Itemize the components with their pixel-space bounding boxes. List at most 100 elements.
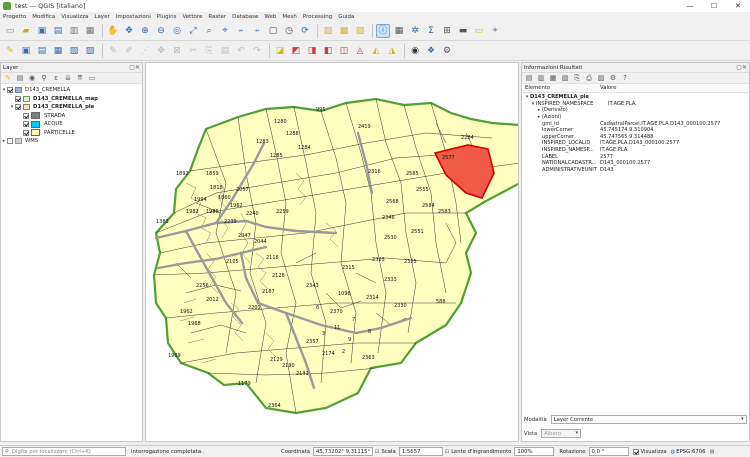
map-canvas[interactable]: 2419 2577 2316 2585 2555 2284 2568 2584 … <box>145 62 519 442</box>
plugin-icon[interactable]: ◉ <box>408 44 422 58</box>
manage-visibility-icon[interactable]: ◉ <box>27 74 37 83</box>
layer-style-icon[interactable]: ✎ <box>3 44 17 58</box>
panel-float-close-icon[interactable]: ▢✕ <box>736 64 747 71</box>
save-project-icon[interactable]: ▣ <box>35 24 49 38</box>
undo-icon[interactable]: ↶ <box>234 44 248 58</box>
filter-legend-icon[interactable]: ⚲ <box>39 74 49 83</box>
identify-settings-icon[interactable]: ⚙ <box>608 74 618 83</box>
result-row[interactable]: LABEL 2577 <box>522 153 749 160</box>
processing-toolbox-icon[interactable]: ⚙ <box>440 44 454 58</box>
temporal-controller-icon[interactable]: ◷ <box>282 24 296 38</box>
select-features-icon[interactable]: ▨ <box>321 24 335 38</box>
result-layer-row[interactable]: ▾ D143_CREMELLA_ple <box>522 94 749 101</box>
menu-processing[interactable]: Processing <box>303 14 332 20</box>
zoom-native-icon[interactable]: ◎ <box>170 24 184 38</box>
identify-features-icon[interactable]: ⓘ <box>376 23 390 38</box>
result-row[interactable]: upperCorner 45.747565 9.314488 <box>522 134 749 141</box>
menu-visualizza[interactable]: Visualizza <box>61 14 88 20</box>
attribute-table-icon[interactable]: ▦ <box>392 24 406 38</box>
menu-guida[interactable]: Guida <box>338 14 354 20</box>
refresh-icon[interactable]: ⟳ <box>298 24 312 38</box>
layout-manager-icon[interactable]: ▦ <box>83 24 97 38</box>
crs-label[interactable]: EPSG:6706 <box>676 449 705 455</box>
minimize-button[interactable]: — <box>678 0 702 12</box>
add-line-icon[interactable]: ▨ <box>83 44 97 58</box>
layer-tree-item[interactable]: ▾ D143_CREMELLA_ple <box>1 103 142 112</box>
label-tool-icon[interactable]: ◪ <box>273 44 287 58</box>
delete-icon[interactable]: ⊠ <box>170 44 184 58</box>
zoom-to-layer-icon[interactable]: ⌖ <box>218 24 232 38</box>
magnifier-lock-icon[interactable]: ⊡ <box>445 449 449 455</box>
zoom-full-icon[interactable]: ⤢ <box>186 24 200 38</box>
menu-progetto[interactable]: Progetto <box>3 14 26 20</box>
measure-icon[interactable]: ⊞ <box>440 24 454 38</box>
class-visibility-checkbox[interactable] <box>23 112 29 119</box>
expand-new-icon[interactable]: ▦ <box>548 74 558 83</box>
legend-class-item[interactable]: PARTICELLE <box>1 129 142 138</box>
maximize-button[interactable]: ☐ <box>702 0 726 12</box>
locator-search-input[interactable]: ⚲ Digita per localizzare (Ctrl+K) <box>2 447 126 456</box>
magnifier-field[interactable]: 100% <box>514 447 555 456</box>
settings-gear-icon[interactable]: ✲ <box>408 24 422 38</box>
zoom-in-icon[interactable]: ⊕ <box>138 24 152 38</box>
copy-icon[interactable]: ⎘ <box>202 44 216 58</box>
label-rotate-icon[interactable]: ◬ <box>353 44 367 58</box>
visibility-checkbox[interactable] <box>7 87 13 94</box>
result-row[interactable]: INSPIRED_LOCALID IT.AGE.PLA.D143_000100.… <box>522 140 749 147</box>
annotation-icon[interactable]: ✦ <box>488 24 502 38</box>
open-project-icon[interactable]: ▰ <box>19 24 33 38</box>
menu-layer[interactable]: Layer <box>94 14 109 20</box>
menu-raster[interactable]: Raster <box>208 14 226 20</box>
label-pin-icon[interactable]: ◩ <box>289 44 303 58</box>
view-select[interactable]: Albero ▾ <box>541 429 582 438</box>
result-row[interactable]: ADMINISTRATIVEUNIT D143 <box>522 167 749 174</box>
print-results-icon[interactable]: ⎙ <box>584 74 594 83</box>
rotation-field[interactable]: 0,0 ° <box>588 447 629 456</box>
add-feature-icon[interactable]: ⋰ <box>138 44 152 58</box>
expand-all-icon[interactable]: ⇊ <box>63 74 73 83</box>
filter-by-expression-icon[interactable]: ε <box>51 74 61 83</box>
edit-pencil-icon[interactable]: ✎ <box>106 44 120 58</box>
label-show-icon[interactable]: ◧ <box>321 44 335 58</box>
layer-tree-item[interactable]: ▾ D143_CREMELLA <box>1 86 142 95</box>
zoom-out-icon[interactable]: ⊖ <box>154 24 168 38</box>
save-edits-icon[interactable]: ▤ <box>35 44 49 58</box>
zoom-to-selection-icon[interactable]: ⌕ <box>202 24 216 38</box>
class-visibility-checkbox[interactable] <box>23 129 29 136</box>
collapse-tree-icon[interactable]: ▥ <box>536 74 546 83</box>
layer-tree-item[interactable]: ▸ WMS <box>1 137 142 146</box>
label-properties-icon[interactable]: ◮ <box>385 44 399 58</box>
pan-hand-icon[interactable]: ✋ <box>106 24 120 38</box>
result-row[interactable]: lowerCorner 45.745174 9.310904 <box>522 127 749 134</box>
label-move-icon[interactable]: ◫ <box>337 44 351 58</box>
legend-class-item[interactable]: STRADA <box>1 112 142 121</box>
crs-globe-icon[interactable]: ◍ <box>671 449 676 455</box>
panel-float-close-icon[interactable]: ▢✕ <box>129 64 140 71</box>
save-as-icon[interactable]: ▤ <box>51 24 65 38</box>
copy-feature-icon[interactable]: ⎘ <box>572 74 582 83</box>
identify-mode-icon[interactable]: ▨ <box>596 74 606 83</box>
visibility-checkbox[interactable] <box>15 104 21 111</box>
visibility-checkbox[interactable] <box>7 138 13 145</box>
new-project-icon[interactable]: ▭ <box>3 24 17 38</box>
close-button[interactable]: ✕ <box>726 0 750 12</box>
zoom-last-icon[interactable]: ⍅ <box>234 24 248 38</box>
clear-results-icon[interactable]: ▧ <box>560 74 570 83</box>
menu-vettore[interactable]: Vettore <box>182 14 202 20</box>
vertex-tool-icon[interactable]: ✐ <box>122 44 136 58</box>
collapse-all-icon[interactable]: ⇈ <box>75 74 85 83</box>
help-icon[interactable]: ? <box>620 74 630 83</box>
redo-icon[interactable]: ↷ <box>250 44 264 58</box>
result-row[interactable]: INSPIRED_NAMESP... IT.AGE.PLA. <box>522 147 749 154</box>
label-change-icon[interactable]: ◭ <box>369 44 383 58</box>
paste-icon[interactable]: ▤ <box>218 44 232 58</box>
menu-impostazioni[interactable]: Impostazioni <box>116 14 151 20</box>
menu-plugins[interactable]: Plugins <box>157 14 177 20</box>
add-point-icon[interactable]: ▧ <box>67 44 81 58</box>
select-by-value-icon[interactable]: ▩ <box>337 24 351 38</box>
zoom-next-icon[interactable]: ⍆ <box>250 24 264 38</box>
deselect-icon[interactable]: ▧ <box>353 24 367 38</box>
result-row[interactable]: ▸ (Azioni) <box>522 114 749 121</box>
python-console-icon[interactable]: ❖ <box>424 44 438 58</box>
render-checkbox[interactable] <box>632 448 639 455</box>
